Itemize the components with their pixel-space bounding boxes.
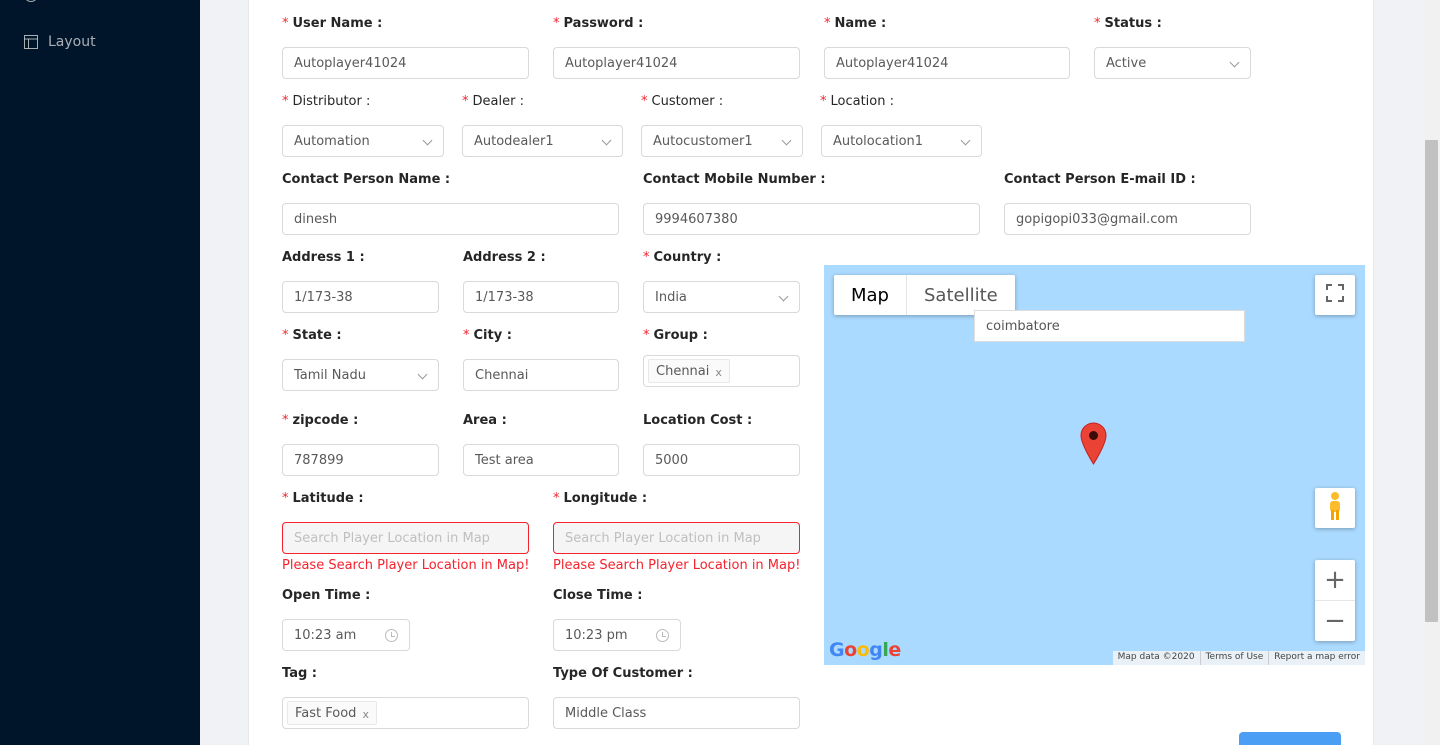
dealer-label: * Dealer :	[462, 94, 524, 109]
name-input[interactable]: Autoplayer41024	[824, 47, 1070, 79]
map-type-map-button[interactable]: Map	[834, 275, 906, 315]
dealer-select[interactable]: Autodealer1	[462, 125, 623, 157]
longitude-error: Please Search Player Location in Map!	[553, 558, 801, 573]
address1-input[interactable]: 1/173-38	[282, 281, 439, 313]
status-label: * Status :	[1094, 16, 1162, 31]
name-label: * Name :	[824, 16, 887, 31]
zipcode-label: * zipcode :	[282, 413, 359, 428]
google-logo: Google	[829, 639, 901, 661]
zoom-in-button[interactable]: +	[1315, 561, 1355, 601]
password-input[interactable]: Autoplayer41024	[553, 47, 800, 79]
contact-email-input[interactable]: gopigopi033@gmail.com	[1004, 203, 1251, 235]
chevron-down-icon	[960, 135, 971, 146]
close-time-label: Close Time :	[553, 588, 643, 603]
password-label: * Password :	[553, 16, 644, 31]
zoom-out-button[interactable]: −	[1315, 601, 1355, 641]
address1-label: Address 1 :	[282, 250, 365, 265]
state-label: * State :	[282, 328, 342, 343]
open-time-label: Open Time :	[282, 588, 371, 603]
map-type-satellite-button[interactable]: Satellite	[906, 275, 1015, 315]
location-label: * Location :	[820, 94, 894, 109]
sidebar-item-partial[interactable]	[24, 0, 48, 2]
map-data-text: Map data ©2020	[1117, 652, 1195, 662]
map-type-control: Map Satellite	[834, 275, 1015, 315]
layout-icon	[24, 35, 38, 49]
area-label: Area :	[463, 413, 507, 428]
close-time-picker[interactable]: 10:23 pm	[553, 619, 681, 651]
map-footer: Map data ©2020 Terms of Use Report a map…	[1112, 651, 1365, 665]
location-cost-label: Location Cost :	[643, 413, 753, 428]
location-select[interactable]: Autolocation1	[821, 125, 982, 157]
type-of-customer-label: Type Of Customer :	[553, 666, 693, 681]
fullscreen-button[interactable]	[1315, 275, 1355, 315]
user-name-input[interactable]: Autoplayer41024	[282, 47, 529, 79]
country-select[interactable]: India	[643, 281, 800, 313]
group-tag: Chennai x	[648, 359, 730, 383]
fullscreen-icon	[1326, 284, 1344, 306]
zipcode-input[interactable]: 787899	[282, 444, 439, 476]
distributor-label: * Distributor :	[282, 94, 371, 109]
pegman-icon	[1325, 491, 1345, 525]
sidebar-item-label: Layout	[48, 34, 96, 50]
sidebar-item-layout[interactable]: Layout	[24, 34, 96, 50]
type-of-customer-input[interactable]: Middle Class	[553, 697, 800, 729]
clock-icon	[656, 629, 669, 642]
chevron-down-icon	[601, 135, 612, 146]
scrollbar[interactable]	[1423, 0, 1440, 745]
close-icon[interactable]: x	[362, 708, 369, 721]
longitude-label: * Longitude :	[553, 491, 648, 506]
contact-email-label: Contact Person E-mail ID :	[1004, 172, 1196, 187]
zoom-control: + −	[1315, 560, 1355, 641]
area-input[interactable]: Test area	[463, 444, 619, 476]
chevron-down-icon	[1229, 57, 1240, 68]
status-select[interactable]: Active	[1094, 47, 1251, 79]
save-button[interactable]	[1239, 732, 1341, 745]
tag-label: Tag :	[282, 666, 318, 681]
report-map-error-link[interactable]: Report a map error	[1268, 651, 1365, 665]
latitude-label: * Latitude :	[282, 491, 364, 506]
tag-chip: Fast Food x	[287, 701, 377, 725]
tag-select[interactable]: Fast Food x	[282, 697, 529, 729]
address2-input[interactable]: 1/173-38	[463, 281, 619, 313]
user-name-label: * User Name :	[282, 16, 383, 31]
open-time-picker[interactable]: 10:23 am	[282, 619, 410, 651]
city-label: * City :	[463, 328, 512, 343]
circle-icon	[24, 0, 38, 2]
clock-icon	[385, 629, 398, 642]
country-label: * Country :	[643, 250, 722, 265]
sidebar: Layout	[0, 0, 200, 745]
scrollbar-thumb[interactable]	[1425, 140, 1438, 622]
address2-label: Address 2 :	[463, 250, 546, 265]
customer-select[interactable]: Autocustomer1	[641, 125, 803, 157]
longitude-input[interactable]: Search Player Location in Map	[553, 522, 800, 554]
group-select[interactable]: Chennai x	[643, 355, 800, 387]
chevron-down-icon	[417, 369, 428, 380]
distributor-select[interactable]: Automation	[282, 125, 444, 157]
latitude-input[interactable]: Search Player Location in Map	[282, 522, 529, 554]
location-cost-input[interactable]: 5000	[643, 444, 800, 476]
city-input[interactable]: Chennai	[463, 359, 619, 391]
contact-mobile-input[interactable]: 9994607380	[643, 203, 980, 235]
street-view-button[interactable]	[1315, 488, 1355, 528]
chevron-down-icon	[778, 291, 789, 302]
chevron-down-icon	[781, 135, 792, 146]
map-marker-icon[interactable]	[1080, 422, 1107, 465]
google-map[interactable]: Map Satellite coimbatore + − Google Map …	[824, 265, 1365, 665]
contact-name-input[interactable]: dinesh	[282, 203, 619, 235]
state-select[interactable]: Tamil Nadu	[282, 359, 439, 391]
terms-of-use-link[interactable]: Terms of Use	[1199, 651, 1269, 665]
chevron-down-icon	[422, 135, 433, 146]
close-icon[interactable]: x	[715, 366, 722, 379]
group-label: * Group :	[643, 328, 708, 343]
contact-name-label: Contact Person Name :	[282, 172, 451, 187]
map-search-input[interactable]: coimbatore	[974, 310, 1245, 342]
customer-label: * Customer :	[641, 94, 724, 109]
contact-mobile-label: Contact Mobile Number :	[643, 172, 826, 187]
latitude-error: Please Search Player Location in Map!	[282, 558, 530, 573]
